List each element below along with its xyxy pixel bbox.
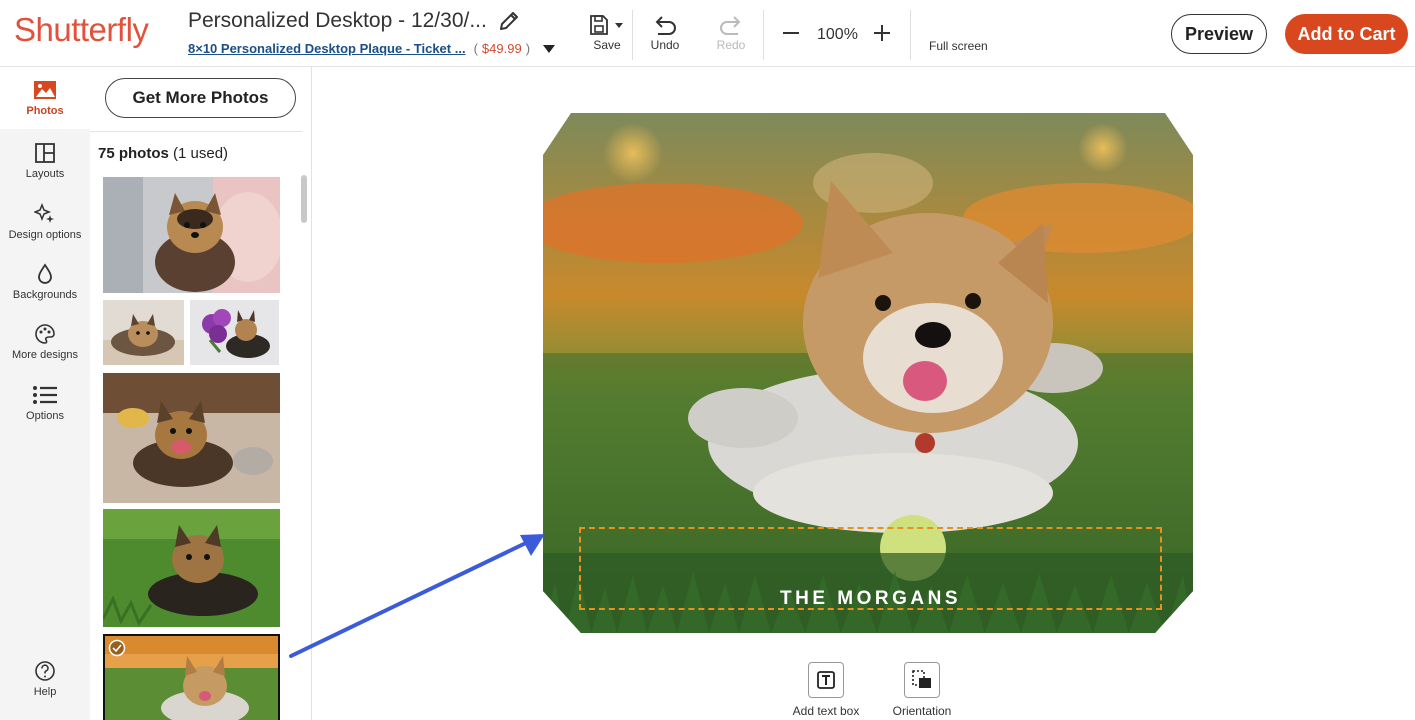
zoom-in-icon[interactable] xyxy=(871,22,893,44)
divider xyxy=(632,10,633,60)
photo-yorkie-lying xyxy=(103,300,184,365)
full-screen-button[interactable]: Full screen xyxy=(929,39,988,53)
photo-count: 75 photos (1 used) xyxy=(98,145,228,162)
editor-app: Shutterfly Personalized Desktop - 12/30/… xyxy=(0,0,1415,720)
price-paren-open: ( xyxy=(473,41,478,56)
panel-divider xyxy=(90,131,302,132)
orientation-icon xyxy=(912,670,931,688)
project-title[interactable]: Personalized Desktop - 12/30/... xyxy=(188,9,487,33)
nav-item-label: Design options xyxy=(8,229,82,241)
divider xyxy=(763,10,764,60)
nav-item-more-designs[interactable]: More designs xyxy=(0,323,90,361)
photo-yorkie-main xyxy=(105,636,278,720)
product-name-link[interactable]: 8×10 Personalized Desktop Plaque - Ticke… xyxy=(188,41,466,56)
photo-yorkie-carpet xyxy=(103,373,280,503)
add-text-box-button[interactable]: Add text box xyxy=(789,662,863,718)
photo-yorkie-pink xyxy=(103,177,280,293)
save-label: Save xyxy=(593,38,621,52)
photo-thumbnail-selected[interactable] xyxy=(103,634,280,720)
plaque-text[interactable]: THE MORGANS xyxy=(579,588,1162,610)
product-price: $49.99 xyxy=(481,41,522,56)
photo-thumbnail[interactable] xyxy=(103,509,280,627)
add-to-cart-button[interactable]: Add to Cart xyxy=(1285,14,1408,54)
photo-count-number: 75 photos xyxy=(98,145,169,162)
photo-yorkie-flowers xyxy=(190,300,279,365)
nav-item-label: Photos xyxy=(26,105,64,117)
text-box-icon xyxy=(817,671,835,689)
image-icon xyxy=(34,81,56,99)
redo-button[interactable]: Redo xyxy=(716,14,746,52)
nav-item-photos[interactable]: Photos xyxy=(0,79,90,117)
nav-item-label: Options xyxy=(26,410,64,422)
layout-icon xyxy=(35,143,55,163)
photo-count-used: (1 used) xyxy=(173,145,229,162)
check-circle-icon xyxy=(108,639,126,657)
redo-icon xyxy=(720,16,741,35)
list-icon xyxy=(33,386,57,404)
divider xyxy=(910,10,911,60)
panel-scrollbar[interactable] xyxy=(301,175,307,223)
left-nav: Photos Layouts Design options Background… xyxy=(0,67,90,720)
add-text-box-label: Add text box xyxy=(792,704,860,718)
price-paren-close: ) xyxy=(525,41,531,56)
nav-item-label: Layouts xyxy=(25,168,65,180)
redo-label: Redo xyxy=(716,38,746,52)
orientation-icon-box xyxy=(904,662,940,698)
top-header: Shutterfly Personalized Desktop - 12/30/… xyxy=(0,0,1415,67)
save-icon xyxy=(590,15,623,35)
orientation-button[interactable]: Orientation xyxy=(887,662,957,718)
orientation-label: Orientation xyxy=(892,704,952,718)
caret-down-icon[interactable] xyxy=(542,44,556,54)
nav-item-label: Backgrounds xyxy=(12,289,78,301)
undo-label: Undo xyxy=(650,38,680,52)
photo-thumbnail[interactable] xyxy=(190,300,279,365)
nav-item-design-options[interactable]: Design options xyxy=(0,203,90,241)
photo-yorkie-grass xyxy=(103,509,280,627)
undo-icon xyxy=(655,16,676,35)
nav-item-label: More designs xyxy=(11,349,79,361)
preview-button[interactable]: Preview xyxy=(1171,14,1267,54)
pencil-icon[interactable] xyxy=(497,9,521,33)
undo-button[interactable]: Undo xyxy=(650,14,680,52)
photo-thumbnail[interactable] xyxy=(103,373,280,503)
drop-icon xyxy=(38,263,52,284)
project-title-row: Personalized Desktop - 12/30/... xyxy=(188,9,521,33)
nav-item-help[interactable]: Help xyxy=(0,660,90,698)
photos-panel: Get More Photos 75 photos (1 used) xyxy=(90,67,312,720)
zoom-level: 100% xyxy=(817,26,858,43)
sparkle-icon xyxy=(34,203,54,223)
nav-item-layouts[interactable]: Layouts xyxy=(0,142,90,180)
shutterfly-logo[interactable]: Shutterfly xyxy=(14,11,149,49)
add-text-box-icon-box xyxy=(808,662,844,698)
product-row: 8×10 Personalized Desktop Plaque - Ticke… xyxy=(188,41,556,56)
zoom-out-icon[interactable] xyxy=(780,22,802,44)
get-more-photos-button[interactable]: Get More Photos xyxy=(105,78,296,118)
nav-item-backgrounds[interactable]: Backgrounds xyxy=(0,263,90,301)
photo-thumbnail[interactable] xyxy=(103,177,280,293)
save-button[interactable]: Save xyxy=(587,14,627,52)
help-icon xyxy=(35,661,55,681)
nav-item-options[interactable]: Options xyxy=(0,384,90,422)
help-label: Help xyxy=(33,686,57,698)
palette-icon xyxy=(35,324,55,344)
photo-thumbnail[interactable] xyxy=(103,300,184,365)
